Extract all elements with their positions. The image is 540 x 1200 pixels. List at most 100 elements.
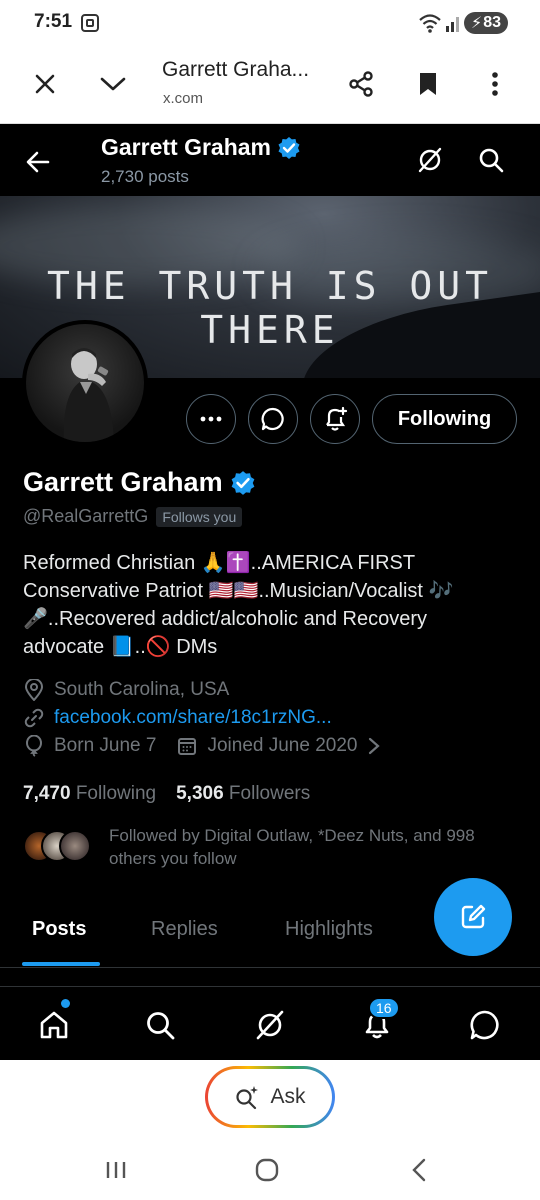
close-tab-button[interactable] [25,64,65,104]
link-icon [23,707,45,729]
joined-text: Joined June 2020 [207,735,358,756]
wifi-icon [419,14,441,33]
profile-handle: @RealGarrettG [23,506,149,526]
ask-label: Ask [270,1085,306,1108]
bio-line: advocate 📘..🚫 DMs [23,636,218,658]
followers-count-link[interactable]: 5,306 Followers [176,783,310,805]
bell-plus-icon [326,406,348,431]
follows-you-badge: Follows you [156,506,243,527]
website-link[interactable]: facebook.com/share/18c1rzNG... [54,707,332,729]
status-bar: 7:51 ⚡ 83 [0,0,540,48]
header-name: Garrett Graham [101,134,301,161]
search-icon [479,148,504,173]
bio-line: Reformed Christian 🙏✝️..AMERICA FIRST [23,552,416,574]
status-time: 7:51 [34,11,73,32]
follow-counts: 7,470 Following 5,306 Followers [23,783,310,805]
location-pin-icon [23,679,45,701]
ask-button-inner: Ask [208,1069,332,1125]
battery-level: 83 [483,14,502,31]
compose-post-button[interactable] [434,878,512,956]
followed-by-avatars [23,830,93,864]
chat-bubble-icon [470,1010,499,1040]
home-circle-icon [255,1158,279,1182]
tab-posts[interactable]: Posts [32,918,86,941]
profile-top-nav: Garrett Graham 2,730 posts [0,124,540,196]
following-count-link[interactable]: 7,470 Following [23,783,156,805]
recents-icon [106,1162,126,1178]
ask-button[interactable]: Ask [205,1066,335,1128]
verified-badge-icon [278,136,300,159]
following-button[interactable]: Following [372,394,517,444]
message-button[interactable] [248,394,298,444]
bookmark-button[interactable] [408,64,448,104]
sparkle-search-icon [236,1086,259,1110]
nav-home[interactable] [34,1005,74,1045]
following-count-label: Following [75,783,157,804]
assistant-bar: Ask [0,1060,540,1140]
home-icon [40,1011,68,1039]
grok-icon [418,147,442,173]
screenshot-icon [81,14,99,32]
location-row: South Carolina, USA [23,679,229,701]
recent-apps-button[interactable] [96,1154,136,1186]
notifications-badge: 16 [368,997,400,1019]
followers-count: 5,306 [176,783,224,804]
search-icon [147,1012,175,1040]
tab-highlights[interactable]: Highlights [285,918,373,941]
notify-button[interactable] [310,394,360,444]
grok-icon [256,1010,284,1040]
profile-avatar[interactable] [22,320,148,446]
signal-icon [446,17,459,32]
nav-search[interactable] [140,1005,180,1045]
more-options-button[interactable] [475,64,515,104]
dates-row: Born June 7 Joined June 2020 [23,735,394,757]
battery-bolt-icon: ⚡ [470,15,483,32]
tab-replies[interactable]: Replies [151,918,218,941]
birthday-text: Born June 7 [54,735,157,756]
bio-line: 🎤..Recovered addict/alcoholic and Recove… [23,608,427,630]
x-profile-page: Garrett Graham 2,730 posts THE TRUTH IS … [0,124,540,1060]
system-navigation [0,1140,540,1200]
more-horizontal-icon [200,416,222,422]
handle-row: @RealGarrettG Follows you [23,506,243,527]
share-button[interactable] [341,64,381,104]
close-icon [35,74,55,94]
verified-badge-icon[interactable] [230,470,256,496]
chevron-right-icon[interactable] [363,735,385,757]
balloon-icon [23,735,45,757]
followed-by-row[interactable]: Followed by Digital Outlaw, *Deez Nuts, … [23,824,519,870]
bookmark-icon [420,73,436,95]
share-icon [349,71,373,97]
browser-toolbar: Garrett Graha... x.com [0,48,540,124]
more-vertical-icon [492,72,498,96]
location-text: South Carolina, USA [54,679,230,700]
profile-bio: Reformed Christian 🙏✝️..AMERICA FIRST Co… [23,549,513,661]
chevron-down-icon [100,77,126,91]
calendar-icon [176,735,198,757]
back-nav-button[interactable] [399,1154,439,1186]
battery-indicator: ⚡ 83 [464,12,508,34]
home-button[interactable] [247,1154,287,1186]
home-unread-dot [61,999,70,1008]
chat-bubble-icon [261,407,284,431]
chevron-left-icon [412,1158,426,1182]
compose-icon [461,904,486,929]
avatar [59,830,91,862]
search-button[interactable] [473,142,509,178]
minimize-tab-button[interactable] [93,64,133,104]
nav-messages[interactable] [465,1005,505,1045]
grok-button[interactable] [412,142,448,178]
back-button[interactable] [20,144,56,180]
profile-name-text: Garrett Graham [23,467,223,497]
arrow-left-icon [26,151,50,173]
followers-count-label: Followers [228,783,311,804]
followed-by-text: Followed by Digital Outlaw, *Deez Nuts, … [109,826,475,868]
more-actions-button[interactable] [186,394,236,444]
bio-line: Conservative Patriot 🇺🇸🇺🇸..Musician/Voca… [23,580,454,602]
page-domain: x.com [163,90,204,107]
website-row: facebook.com/share/18c1rzNG... [23,707,332,729]
nav-grok[interactable] [250,1005,290,1045]
active-tab-indicator [22,962,100,966]
page-title: Garrett Graha... [162,58,310,81]
following-count: 7,470 [23,783,71,804]
